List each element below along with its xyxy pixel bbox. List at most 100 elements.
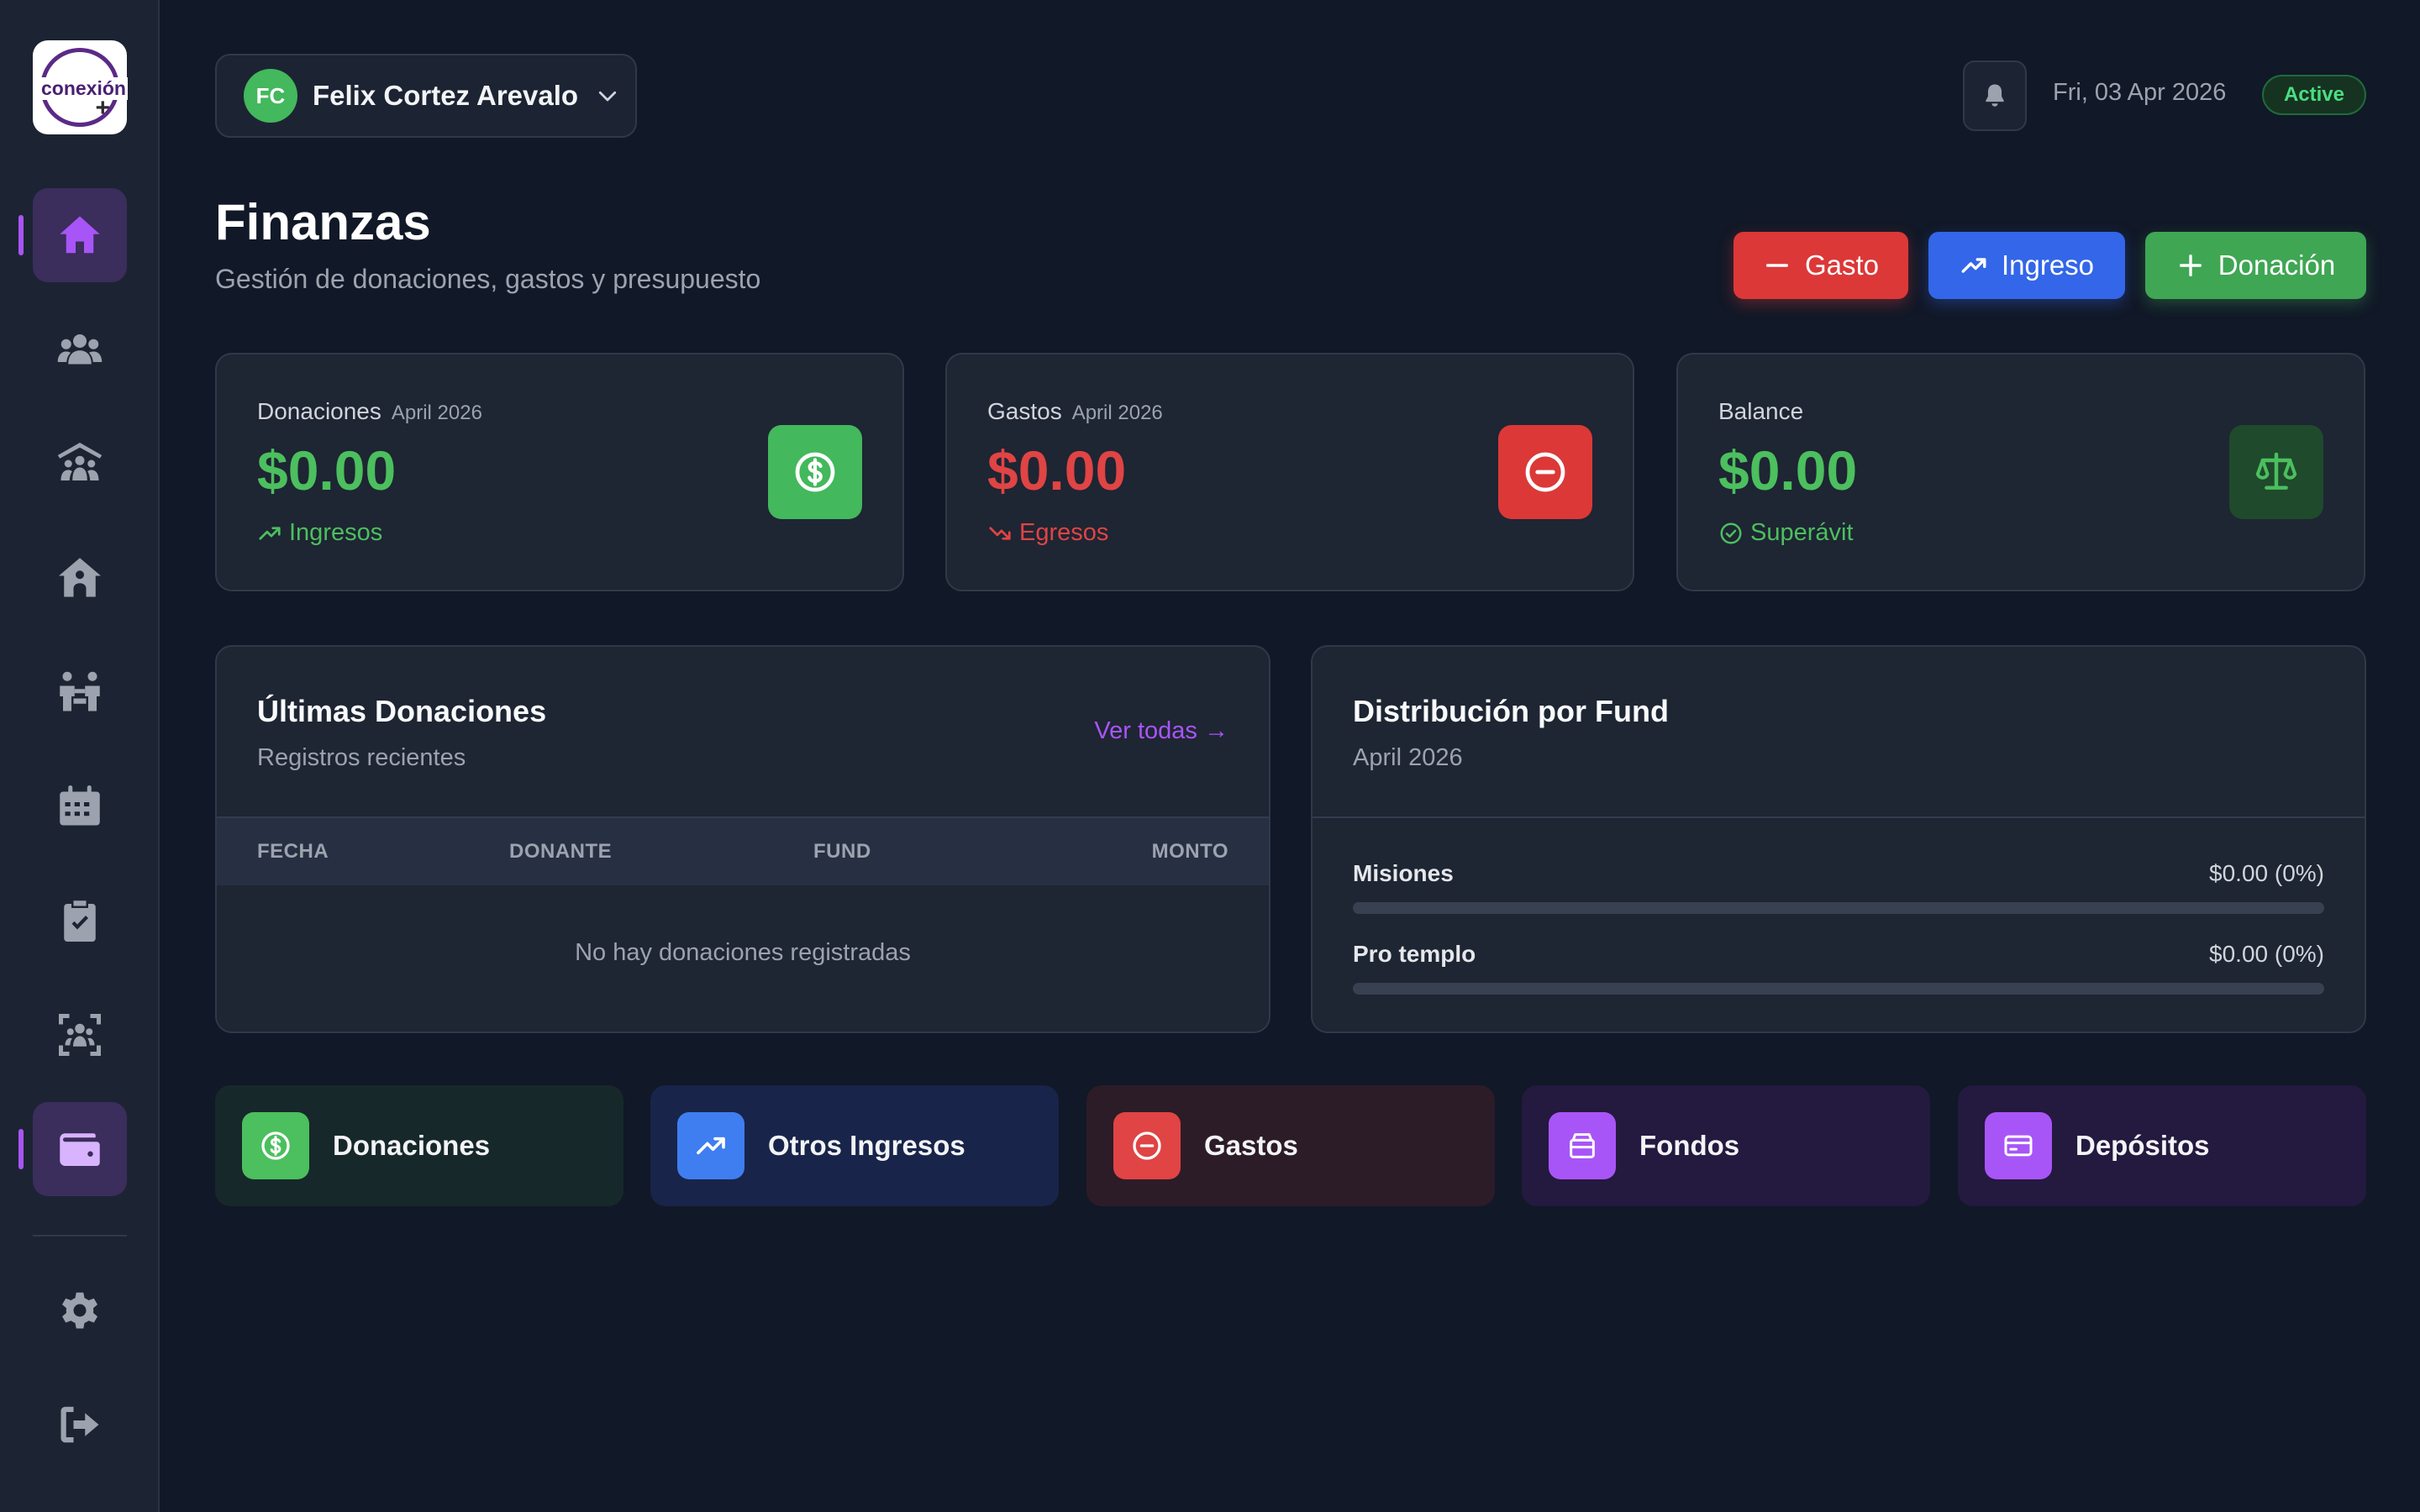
logo-mark: conexión + — [39, 48, 128, 127]
current-date: Fri, 03 Apr 2026 — [2053, 79, 2227, 106]
stat-trend: Superávit — [1718, 519, 1854, 547]
panel-subtitle: Registros recientes — [257, 744, 466, 771]
stat-trend-label: Ingresos — [289, 519, 383, 546]
minus-icon — [1765, 264, 1789, 267]
sidebar-item-members[interactable] — [33, 302, 127, 396]
fund-progress-bar — [1353, 983, 2324, 995]
page-subtitle: Gestión de donaciones, gastos y presupue… — [215, 264, 761, 294]
fund-distribution-panel: Distribución por Fund April 2026 Misione… — [1311, 645, 2366, 1033]
column-header-donante[interactable]: DONANTE — [509, 840, 612, 864]
sidebar-item-ministries[interactable] — [33, 417, 127, 511]
scale-icon — [2255, 452, 2297, 490]
user-name: Felix Cortez Arevalo — [313, 80, 579, 111]
panel-divider — [1313, 816, 2365, 818]
quick-link-other-income[interactable]: Otros Ingresos — [650, 1085, 1059, 1206]
sidebar-item-families[interactable] — [33, 645, 127, 739]
sidebar-item-logout[interactable] — [33, 1378, 127, 1472]
sidebar-item-settings[interactable] — [33, 1263, 127, 1357]
fund-name: Pro templo — [1353, 941, 1476, 967]
sidebar-item-attendance[interactable] — [33, 988, 127, 1082]
trending-up-icon — [697, 1137, 725, 1155]
users-icon — [57, 334, 103, 365]
sidebar-divider — [33, 1235, 127, 1236]
sidebar-item-home[interactable] — [33, 188, 127, 282]
add-donation-button[interactable]: Donación — [2145, 232, 2366, 299]
stat-period: April 2026 — [391, 402, 482, 424]
family-icon — [60, 671, 100, 711]
quick-link-label: Otros Ingresos — [768, 1130, 965, 1161]
column-header-fund[interactable]: FUND — [813, 840, 871, 864]
fund-row: Misiones $0.00 (0%) — [1353, 860, 2324, 919]
table-header: FECHA DONANTE FUND MONTO — [217, 816, 1269, 885]
quick-link-donations[interactable]: Donaciones — [215, 1085, 623, 1206]
stat-amount: $0.00 — [257, 439, 397, 501]
active-indicator — [18, 1129, 24, 1169]
stat-icon-box — [2229, 425, 2323, 519]
avatar: FC — [244, 69, 297, 123]
sidebar-item-finance[interactable] — [33, 1102, 127, 1196]
logo-text: conexión — [39, 77, 128, 100]
stat-label-row: Donaciones April 2026 — [257, 398, 482, 425]
quick-link-deposits[interactable]: Depósitos — [1958, 1085, 2366, 1206]
quick-link-funds[interactable]: Fondos — [1522, 1085, 1930, 1206]
quick-link-label: Fondos — [1639, 1130, 1740, 1161]
column-header-monto[interactable]: MONTO — [1152, 840, 1228, 864]
stat-label-row: Gastos April 2026 — [987, 398, 1163, 425]
credit-card-icon — [2004, 1135, 2033, 1157]
add-income-button[interactable]: Ingreso — [1928, 232, 2125, 299]
sidebar: conexión + — [0, 0, 160, 1512]
status-badge: Active — [2262, 75, 2366, 115]
calendar-icon — [60, 785, 100, 826]
quick-link-icon-box — [1985, 1112, 2052, 1179]
add-income-label: Ingreso — [2001, 249, 2095, 281]
stat-trend-label: Egresos — [1019, 519, 1109, 546]
stat-trend: Egresos — [987, 519, 1108, 547]
stat-period: April 2026 — [1071, 402, 1163, 424]
column-header-fecha[interactable]: FECHA — [257, 840, 329, 864]
minus-circle-icon — [1133, 1131, 1161, 1160]
stat-label: Balance — [1718, 398, 1804, 424]
quick-link-label: Depósitos — [2075, 1130, 2210, 1161]
sidebar-item-calendar[interactable] — [33, 759, 127, 853]
fund-name: Misiones — [1353, 860, 1454, 886]
stat-card-balance: Balance $0.00 Superávit — [1676, 353, 2365, 591]
panel-title: Distribución por Fund — [1353, 694, 1669, 728]
quick-link-label: Gastos — [1204, 1130, 1298, 1161]
quick-link-icon-box — [242, 1112, 309, 1179]
stat-label-row: Balance — [1718, 398, 1803, 425]
stat-amount: $0.00 — [1718, 439, 1858, 501]
recent-donations-panel: Últimas Donaciones Registros recientes V… — [215, 645, 1270, 1033]
view-all-link[interactable]: Ver todas → — [1094, 717, 1228, 745]
trending-up-icon — [259, 526, 281, 540]
sidebar-item-tasks[interactable] — [33, 874, 127, 968]
dollar-circle-icon — [795, 452, 835, 492]
user-switcher[interactable]: FC Felix Cortez Arevalo — [215, 54, 637, 138]
gear-icon — [62, 1292, 97, 1329]
logout-icon — [60, 1406, 99, 1443]
sidebar-item-church[interactable] — [33, 531, 127, 625]
stat-label: Donaciones — [257, 398, 381, 424]
fund-value: $0.00 (0%) — [2209, 941, 2324, 967]
check-circle-icon — [1720, 522, 1742, 543]
logo-plus: + — [95, 94, 110, 122]
stat-icon-box — [1498, 425, 1592, 519]
clipboard-check-icon — [64, 900, 96, 942]
stat-label: Gastos — [987, 398, 1062, 424]
add-expense-label: Gasto — [1804, 249, 1880, 281]
dollar-circle-icon — [261, 1131, 290, 1160]
stat-amount: $0.00 — [987, 439, 1127, 501]
add-expense-button[interactable]: Gasto — [1733, 232, 1908, 299]
minus-circle-icon — [1525, 452, 1565, 492]
stat-trend: Ingresos — [257, 519, 382, 547]
quick-link-expenses[interactable]: Gastos — [1086, 1085, 1495, 1206]
fund-row: Pro templo $0.00 (0%) — [1353, 941, 2324, 1000]
app-logo[interactable]: conexión + — [33, 40, 128, 134]
page-title: Finanzas — [215, 194, 431, 250]
notifications-button[interactable] — [1963, 60, 2027, 131]
group-roof-icon — [57, 443, 103, 480]
home-icon — [60, 216, 100, 254]
quick-link-icon-box — [1549, 1112, 1616, 1179]
archive-icon — [1570, 1133, 1595, 1158]
active-indicator — [18, 215, 24, 255]
stat-card-expenses: Gastos April 2026 $0.00 Egresos — [945, 353, 1634, 591]
